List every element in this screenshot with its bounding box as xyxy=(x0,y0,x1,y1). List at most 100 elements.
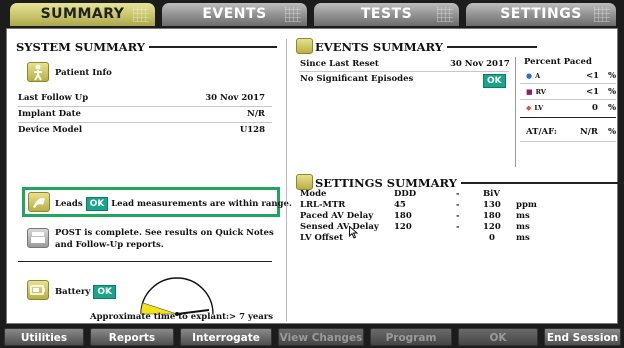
episodes-ok-badge: OK xyxy=(483,74,506,88)
grid-icon xyxy=(594,7,610,22)
setting-unit: ppm xyxy=(516,200,537,210)
af-label: AT/AF: xyxy=(526,127,558,137)
divider xyxy=(18,261,272,262)
patient-info-label: Patient Info xyxy=(55,68,112,78)
tab-summary[interactable]: SUMMARY xyxy=(10,3,155,26)
post-line1: POST is complete. See results on Quick N… xyxy=(55,228,274,238)
settings-summary-title: SETTINGS SUMMARY xyxy=(315,176,624,190)
paced-value: <1 xyxy=(586,71,600,81)
column-divider xyxy=(286,39,287,321)
setting-dash: - xyxy=(456,189,460,199)
af-value: N/R xyxy=(580,127,598,137)
events-summary-title: EVENTS SUMMARY xyxy=(315,40,537,54)
field-value: 30 Nov 2017 xyxy=(205,93,265,103)
setting-unit: ms xyxy=(516,211,530,221)
interrogate-button[interactable]: Interrogate xyxy=(180,328,272,346)
paced-unit: % xyxy=(608,103,617,113)
view-changes-button[interactable]: View Changes xyxy=(278,328,364,346)
chamber-label: LV xyxy=(534,104,544,112)
setting-name: LV Offset xyxy=(300,233,344,243)
rv-marker-icon: ■ xyxy=(526,87,533,96)
paced-row-rv: ■ RV xyxy=(526,87,546,97)
paced-unit: % xyxy=(608,87,617,97)
leads-label: Leads xyxy=(55,199,83,209)
leads-highlight[interactable]: Leads OK Lead measurements are within ra… xyxy=(22,187,292,217)
program-button[interactable]: Program xyxy=(370,328,452,346)
tab-settings[interactable]: SETTINGS xyxy=(466,3,616,26)
field-label: Last Follow Up xyxy=(18,93,89,103)
setting-name: LRL-MTR xyxy=(300,200,346,210)
tab-tests[interactable]: TESTS xyxy=(314,3,459,26)
printer-icon xyxy=(27,228,49,248)
divider xyxy=(18,122,272,123)
atrium-marker-icon: ● xyxy=(526,71,533,80)
grid-icon xyxy=(437,7,453,22)
battery-label: Battery xyxy=(55,287,91,297)
af-unit: % xyxy=(608,127,617,137)
setting-v1: DDD xyxy=(394,189,417,199)
divider xyxy=(299,71,509,72)
battery-ok-badge: OK xyxy=(93,285,116,299)
tab-label: EVENTS xyxy=(202,6,267,22)
field-value: N/R xyxy=(247,109,265,119)
leads-message: Lead measurements are within range. xyxy=(111,199,292,209)
field-value: U128 xyxy=(239,125,265,135)
setting-unit: ms xyxy=(516,233,530,243)
settings-icon xyxy=(296,174,313,190)
explant-value: > 7 years xyxy=(229,312,274,322)
setting-name: Sensed AV Delay xyxy=(300,222,379,232)
post-line2: and Follow-Up reports. xyxy=(55,240,164,250)
paced-unit: % xyxy=(608,71,617,81)
explant-label: Approximate time to explant: xyxy=(90,312,230,322)
cursor-arrow-icon xyxy=(349,226,358,239)
system-summary-title: SYSTEM SUMMARY xyxy=(16,40,278,54)
episodes-label: No Significant Episodes xyxy=(300,74,414,84)
setting-v2: 0 xyxy=(489,233,495,243)
events-icon xyxy=(296,38,313,54)
field-label: Device Model xyxy=(18,125,83,135)
chamber-label: A xyxy=(535,72,541,80)
settings-summary-title-text: SETTINGS SUMMARY xyxy=(315,176,457,190)
divider xyxy=(520,117,616,118)
setting-name: Paced AV Delay xyxy=(300,211,374,221)
setting-unit: ms xyxy=(516,222,530,232)
leads-ok-badge: OK xyxy=(85,197,109,211)
percent-paced-title: Percent Paced xyxy=(524,57,592,67)
battery-icon xyxy=(27,280,49,300)
battery-gauge xyxy=(140,277,214,316)
ok-button[interactable]: OK xyxy=(458,328,538,346)
setting-v2: BiV xyxy=(483,189,501,199)
lead-icon xyxy=(28,192,50,212)
patient-icon xyxy=(27,62,49,82)
divider xyxy=(18,106,272,107)
utilities-button[interactable]: Utilities xyxy=(4,328,84,346)
setting-v1: 45 xyxy=(394,200,406,210)
system-summary-title-text: SYSTEM SUMMARY xyxy=(16,40,146,54)
reports-button[interactable]: Reports xyxy=(90,328,174,346)
tab-events[interactable]: EVENTS xyxy=(162,3,307,26)
paced-value: <1 xyxy=(586,87,600,97)
setting-v2: 120 xyxy=(483,222,501,232)
setting-name: Mode xyxy=(300,189,327,199)
main-frame: SYSTEM SUMMARY Patient Info Last Follow … xyxy=(0,26,624,326)
tab-bar: SUMMARY EVENTS TESTS SETTINGS xyxy=(0,0,624,26)
grid-icon xyxy=(133,7,149,22)
title-rule xyxy=(460,182,624,184)
grid-icon xyxy=(285,7,301,22)
title-rule xyxy=(149,46,278,48)
setting-v1: 120 xyxy=(394,222,412,232)
bottom-button-bar: Utilities Reports Interrogate View Chang… xyxy=(0,326,624,348)
paced-value: 0 xyxy=(592,103,598,113)
summary-panel: SYSTEM SUMMARY Patient Info Last Follow … xyxy=(6,28,624,324)
setting-dash: - xyxy=(456,200,460,210)
end-session-button[interactable]: End Session xyxy=(544,328,621,346)
setting-v1: 180 xyxy=(394,211,412,221)
divider xyxy=(520,83,616,84)
since-reset-value: 30 Nov 2017 xyxy=(450,59,510,69)
since-reset-label: Since Last Reset xyxy=(300,59,379,69)
tab-label: TESTS xyxy=(360,6,413,22)
setting-v2: 130 xyxy=(483,200,501,210)
divider xyxy=(520,99,616,100)
chamber-label: RV xyxy=(535,88,546,96)
battery-row: Battery OK xyxy=(55,285,116,299)
